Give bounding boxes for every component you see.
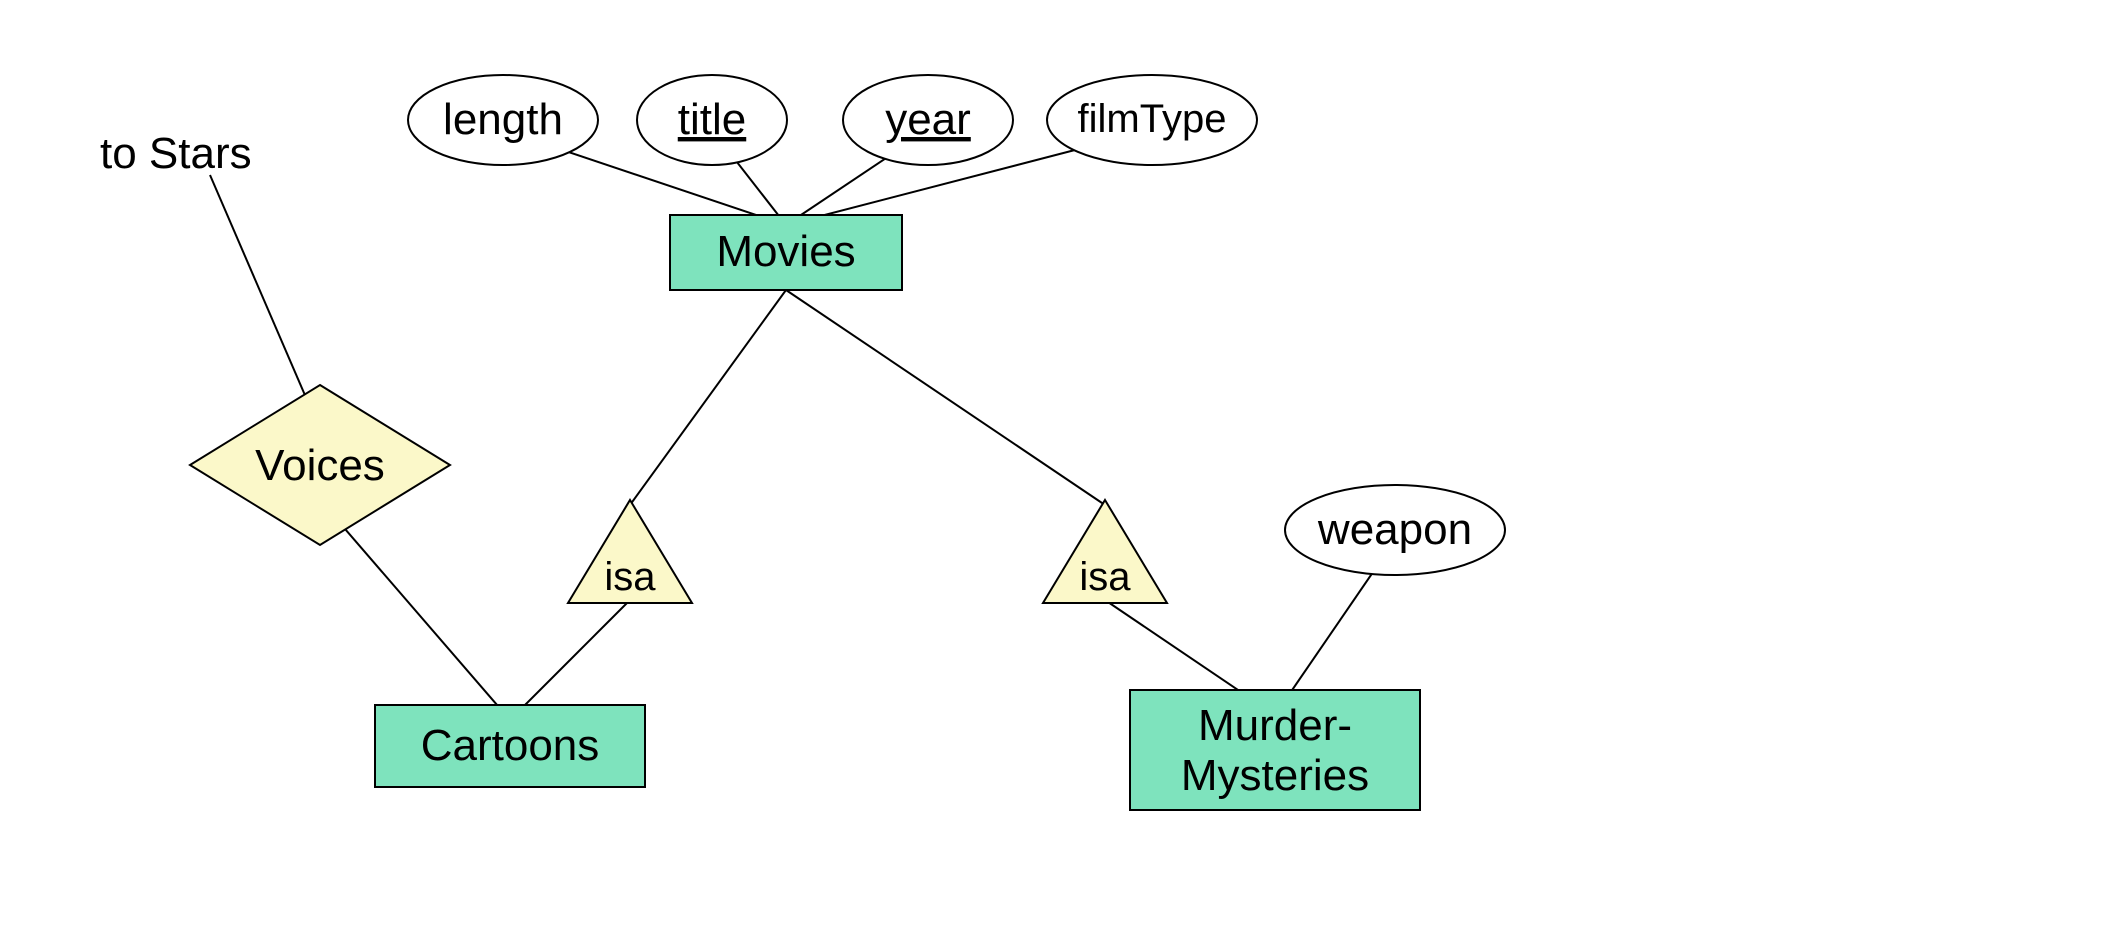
isa-right-label: isa	[1079, 555, 1131, 599]
entity-cartoons-label: Cartoons	[421, 721, 600, 770]
er-diagram: to Stars length title year filmType weap…	[0, 0, 2104, 926]
label-to-stars: to Stars	[100, 129, 252, 178]
edge-tostars-voices	[210, 175, 320, 430]
edge-movies-isa-right	[786, 290, 1105, 505]
entity-movies-label: Movies	[716, 227, 855, 276]
entity-murder-mysteries-label-1: Murder-	[1198, 701, 1352, 750]
edge-isa-cartoons	[510, 600, 630, 720]
relationship-voices-label: Voices	[255, 441, 385, 490]
attr-length-label: length	[443, 95, 563, 144]
attr-year-label: year	[885, 95, 971, 144]
entity-murder-mysteries-label-2: Mysteries	[1181, 751, 1369, 800]
edge-voices-cartoons	[320, 500, 510, 720]
edge-movies-isa-left	[630, 290, 786, 505]
isa-left-label: isa	[604, 555, 656, 599]
attr-title-label: title	[678, 95, 746, 144]
attr-filmtype-label: filmType	[1078, 97, 1227, 141]
attr-weapon-label: weapon	[1317, 505, 1472, 554]
